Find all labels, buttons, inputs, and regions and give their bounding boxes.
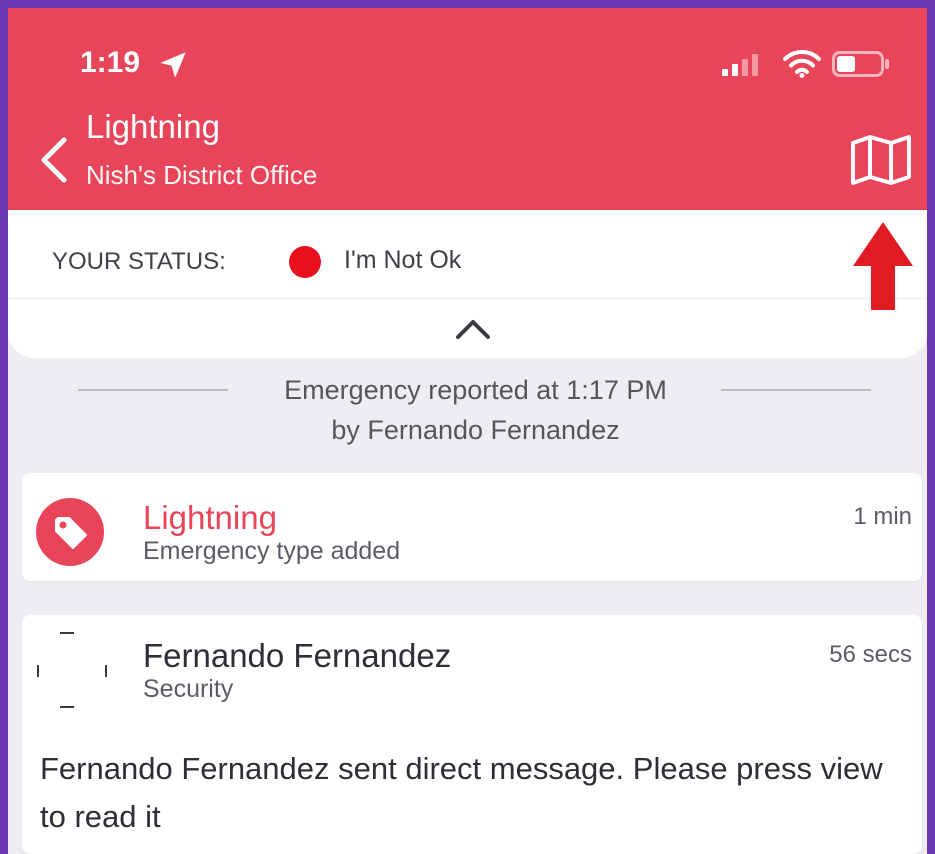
annotation-up-arrow-icon — [853, 222, 913, 310]
header-subtitle: Nish's District Office — [86, 160, 318, 190]
status-bar-time: 1:19 — [80, 46, 141, 79]
feed-item-title: Lightning — [143, 499, 277, 536]
map-icon[interactable] — [850, 134, 912, 186]
status-label: YOUR STATUS: — [52, 248, 226, 275]
feed-item-time: 1 min — [853, 503, 912, 530]
back-chevron-icon[interactable] — [38, 136, 70, 184]
feed-item-time: 56 secs — [829, 641, 912, 668]
status-divider — [8, 298, 927, 299]
sender-name: Fernando Fernandez — [143, 637, 452, 674]
header-title: Lightning — [86, 108, 220, 145]
emergency-reported-by: by Fernando Fernandez — [331, 415, 620, 445]
app-header: 1:19 Lightning Nish's District Office — [8, 8, 927, 210]
feed-item-direct-message[interactable]: Fernando Fernandez Security 56 secs Fern… — [22, 615, 922, 854]
avatar-placeholder-icon — [37, 632, 107, 708]
wifi-icon — [783, 49, 821, 78]
feed-item-emergency-type[interactable]: Lightning Emergency type added 1 min — [22, 473, 922, 581]
signal-icon — [722, 54, 758, 76]
chevron-up-icon[interactable] — [453, 316, 493, 342]
feed-item-subtitle: Emergency type added — [143, 537, 401, 565]
tag-icon — [36, 498, 104, 566]
location-arrow-icon — [160, 52, 186, 78]
status-dot — [289, 246, 321, 278]
status-card: YOUR STATUS: I'm Not Ok — [8, 210, 927, 358]
emergency-reported-time: Emergency reported at 1:17 PM — [284, 375, 667, 405]
emergency-reported-text: Emergency reported at 1:17 PM by Fernand… — [8, 370, 927, 450]
message-text: Fernando Fernandez sent direct message. … — [40, 751, 883, 834]
phone-screen: 1:19 Lightning Nish's District Office YO… — [8, 8, 927, 854]
status-value[interactable]: I'm Not Ok — [344, 246, 461, 275]
sender-role: Security — [143, 675, 234, 703]
battery-icon — [832, 51, 889, 77]
